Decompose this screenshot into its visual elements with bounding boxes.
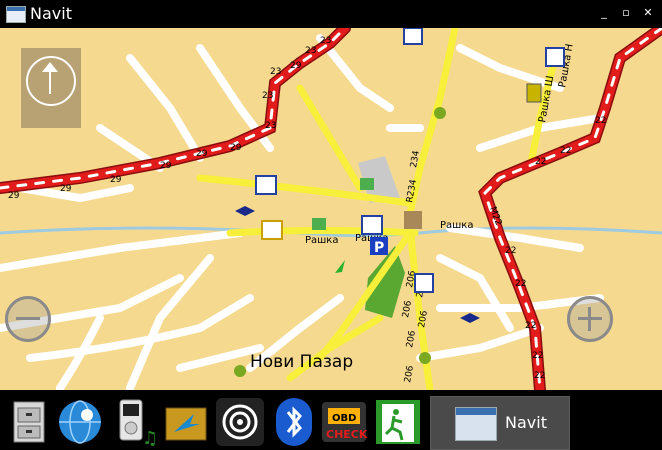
taskbar-window-label: Navit — [505, 413, 547, 432]
svg-text:22: 22 — [505, 246, 516, 256]
maximize-button[interactable]: ▫ — [618, 5, 634, 21]
close-button[interactable]: ✕ — [640, 5, 656, 21]
main-roads — [196, 28, 559, 390]
settings-globe-icon[interactable] — [56, 398, 104, 446]
svg-text:23: 23 — [262, 91, 273, 101]
svg-text:22: 22 — [595, 116, 606, 126]
svg-text:Рашка: Рашка — [440, 220, 473, 231]
police-icon — [261, 220, 283, 240]
svg-text:22: 22 — [560, 146, 571, 156]
taskbar-window-navit[interactable]: Navit — [430, 396, 570, 450]
svg-text:29: 29 — [290, 61, 302, 71]
hotel-icon — [255, 175, 277, 195]
title-bar: Navit _ ▫ ✕ — [0, 0, 662, 28]
hiking-icon — [234, 365, 246, 377]
shop-icon — [312, 218, 326, 230]
svg-text:206: 206 — [403, 365, 416, 384]
road-number-labels: 29 29 29 29 29 29 29 23 23 23 23 23 22 2… — [8, 36, 606, 384]
window-title: Navit — [30, 4, 72, 23]
svg-text:Рашка: Рашка — [305, 235, 338, 246]
file-cabinet-icon[interactable] — [6, 398, 54, 446]
svg-text:206: 206 — [417, 310, 430, 329]
svg-text:22: 22 — [535, 157, 546, 167]
svg-text:22: 22 — [532, 351, 543, 361]
school-icon — [460, 313, 480, 323]
wireless-icon[interactable] — [216, 398, 264, 446]
svg-text:OBD: OBD — [332, 413, 356, 424]
shop-icon — [360, 178, 374, 190]
svg-text:29: 29 — [230, 143, 242, 153]
svg-text:29: 29 — [8, 191, 20, 201]
zoom-in-button[interactable] — [567, 296, 613, 342]
hiking-icon — [434, 107, 446, 119]
restaurant-icon — [545, 47, 565, 67]
map-canvas[interactable]: 29 29 29 29 29 29 29 23 23 23 23 23 22 2… — [0, 28, 662, 390]
hiking-icon — [419, 352, 431, 364]
hotel-icon — [361, 215, 383, 235]
zoom-out-button[interactable] — [5, 296, 51, 342]
obd-check-icon[interactable]: OBD CHECK — [320, 398, 368, 446]
svg-text:23: 23 — [320, 36, 331, 46]
navigation-icon[interactable] — [164, 398, 212, 446]
media-player-icon[interactable]: ♫ — [114, 398, 162, 449]
restaurant-icon — [414, 273, 434, 293]
svg-text:206: 206 — [401, 300, 414, 319]
svg-text:CHECK: CHECK — [326, 428, 368, 441]
svg-text:29: 29 — [160, 161, 172, 171]
svg-text:29: 29 — [60, 184, 72, 194]
park-area — [365, 246, 405, 318]
city-label: Нови Пазар — [250, 352, 354, 372]
svg-text:29: 29 — [110, 175, 122, 185]
church-icon — [404, 211, 422, 229]
app-window-icon — [6, 6, 26, 23]
svg-text:22: 22 — [534, 371, 545, 381]
svg-text:206: 206 — [405, 330, 418, 349]
svg-text:23: 23 — [305, 46, 316, 56]
restaurant-icon — [403, 28, 423, 45]
svg-text:22: 22 — [525, 321, 536, 331]
position-cursor-icon — [335, 260, 345, 273]
svg-text:23: 23 — [265, 121, 276, 131]
svg-text:23: 23 — [270, 67, 281, 77]
svg-text:22: 22 — [515, 279, 526, 289]
north-arrow-compass[interactable] — [21, 48, 81, 128]
school-icon — [235, 206, 255, 216]
exit-icon[interactable] — [374, 398, 422, 446]
trash-icon — [526, 83, 542, 103]
bluetooth-icon[interactable] — [270, 398, 318, 446]
map-view[interactable]: 29 29 29 29 29 29 29 23 23 23 23 23 22 2… — [0, 28, 662, 390]
svg-text:29: 29 — [196, 149, 208, 159]
svg-text:P: P — [374, 240, 384, 256]
svg-text:♫: ♫ — [142, 428, 158, 446]
window-icon — [455, 407, 497, 441]
minimize-button[interactable]: _ — [596, 5, 612, 21]
svg-text:R234: R234 — [405, 178, 419, 203]
